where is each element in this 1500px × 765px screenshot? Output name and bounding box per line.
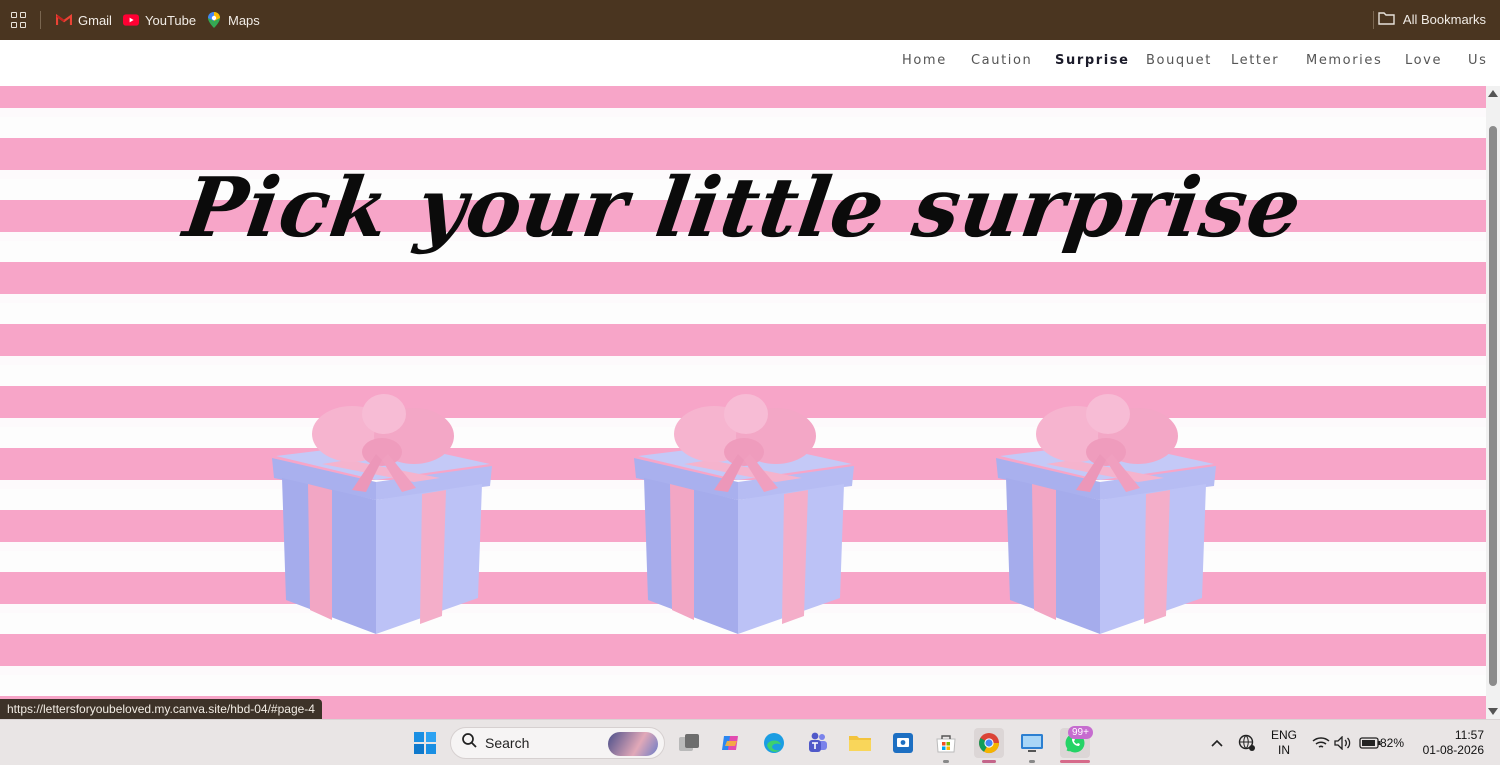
taskbar-search[interactable]: Search	[450, 727, 665, 759]
bookmark-label: Gmail	[78, 12, 112, 28]
bookmarks-divider	[1373, 11, 1374, 29]
bookmark-gmail[interactable]: Gmail	[56, 11, 112, 29]
status-url: https://lettersforyoubeloved.my.canva.si…	[0, 699, 322, 719]
gift-box-icon	[634, 394, 854, 634]
gift-box-3[interactable]	[988, 394, 1220, 638]
clock-time: 11:57	[1454, 728, 1484, 742]
volume-icon[interactable]	[1328, 728, 1358, 758]
bookmarks-divider	[40, 11, 41, 29]
show-hidden-icons-chevron-icon[interactable]	[1202, 728, 1232, 758]
store-running-indicator	[943, 760, 949, 763]
task-view-icon[interactable]	[674, 728, 704, 758]
start-windows-icon[interactable]	[410, 728, 440, 758]
language-region: IN	[1278, 743, 1290, 757]
site-nav: Home Caution Surprise Bouquet Letter Mem…	[0, 40, 1500, 86]
language-indicator[interactable]: ENG IN	[1270, 728, 1298, 758]
remote-desktop-icon[interactable]	[1017, 728, 1047, 758]
nav-memories[interactable]: Memories	[1306, 53, 1382, 68]
chrome-active-indicator	[982, 760, 996, 763]
bookmark-youtube[interactable]: YouTube	[123, 11, 196, 29]
scroll-down-arrow-icon[interactable]	[1488, 708, 1498, 715]
remote-running-indicator	[1029, 760, 1035, 763]
copilot-icon[interactable]	[716, 728, 746, 758]
clock[interactable]: 11:57 01-08-2026	[1418, 728, 1484, 758]
scroll-thumb[interactable]	[1489, 126, 1497, 686]
all-bookmarks-button[interactable]: All Bookmarks	[1378, 11, 1486, 28]
bookmark-maps[interactable]: Maps	[206, 11, 260, 29]
teams-icon[interactable]	[802, 728, 832, 758]
apps-grid-icon[interactable]	[11, 12, 27, 28]
ms-store-icon[interactable]	[931, 728, 961, 758]
vpn-globe-icon[interactable]	[1232, 728, 1262, 758]
nav-caution[interactable]: Caution	[971, 53, 1032, 68]
battery-percent: 82%	[1380, 736, 1405, 750]
chrome-browser-icon[interactable]	[974, 728, 1004, 758]
bookmark-label: YouTube	[145, 12, 197, 28]
bookmarks-bar: Gmail YouTube Maps All Bookmarks	[0, 0, 1500, 40]
surprise-canvas: Pick your little surprise	[0, 86, 1486, 719]
language-code: ENG	[1270, 728, 1297, 742]
search-placeholder: Search	[485, 735, 530, 751]
whatsapp-active-indicator	[1060, 760, 1090, 763]
gift-box-1[interactable]	[264, 394, 496, 638]
folder-icon	[1378, 11, 1395, 28]
gift-box-icon	[272, 394, 492, 634]
nav-letter[interactable]: Letter	[1231, 53, 1279, 68]
search-icon	[462, 733, 477, 753]
gift-box-2[interactable]	[626, 394, 858, 638]
search-highlight-icon	[608, 732, 658, 756]
maps-icon	[206, 12, 222, 28]
settings-app-icon[interactable]	[888, 728, 918, 758]
gift-box-icon	[996, 394, 1216, 634]
nav-bouquet[interactable]: Bouquet	[1146, 53, 1212, 68]
nav-love[interactable]: Love	[1405, 53, 1442, 68]
nav-us[interactable]: Us	[1468, 53, 1488, 68]
page-title: Pick your little surprise	[178, 160, 1308, 256]
bookmark-label: Maps	[228, 12, 260, 28]
youtube-icon	[123, 12, 139, 28]
all-bookmarks-label: All Bookmarks	[1402, 12, 1486, 27]
taskbar: Search 99+ ENG IN 82% 11:57 01-08-2026	[0, 719, 1500, 765]
nav-home[interactable]: Home	[902, 53, 947, 68]
clock-date: 01-08-2026	[1422, 743, 1484, 757]
whatsapp-notification-badge: 99+	[1068, 726, 1093, 739]
nav-surprise[interactable]: Surprise	[1055, 53, 1130, 68]
file-explorer-icon[interactable]	[845, 728, 875, 758]
page-scrollbar[interactable]	[1486, 86, 1500, 719]
gmail-icon	[56, 12, 72, 28]
scroll-up-arrow-icon[interactable]	[1488, 90, 1498, 97]
edge-browser-icon[interactable]	[759, 728, 789, 758]
